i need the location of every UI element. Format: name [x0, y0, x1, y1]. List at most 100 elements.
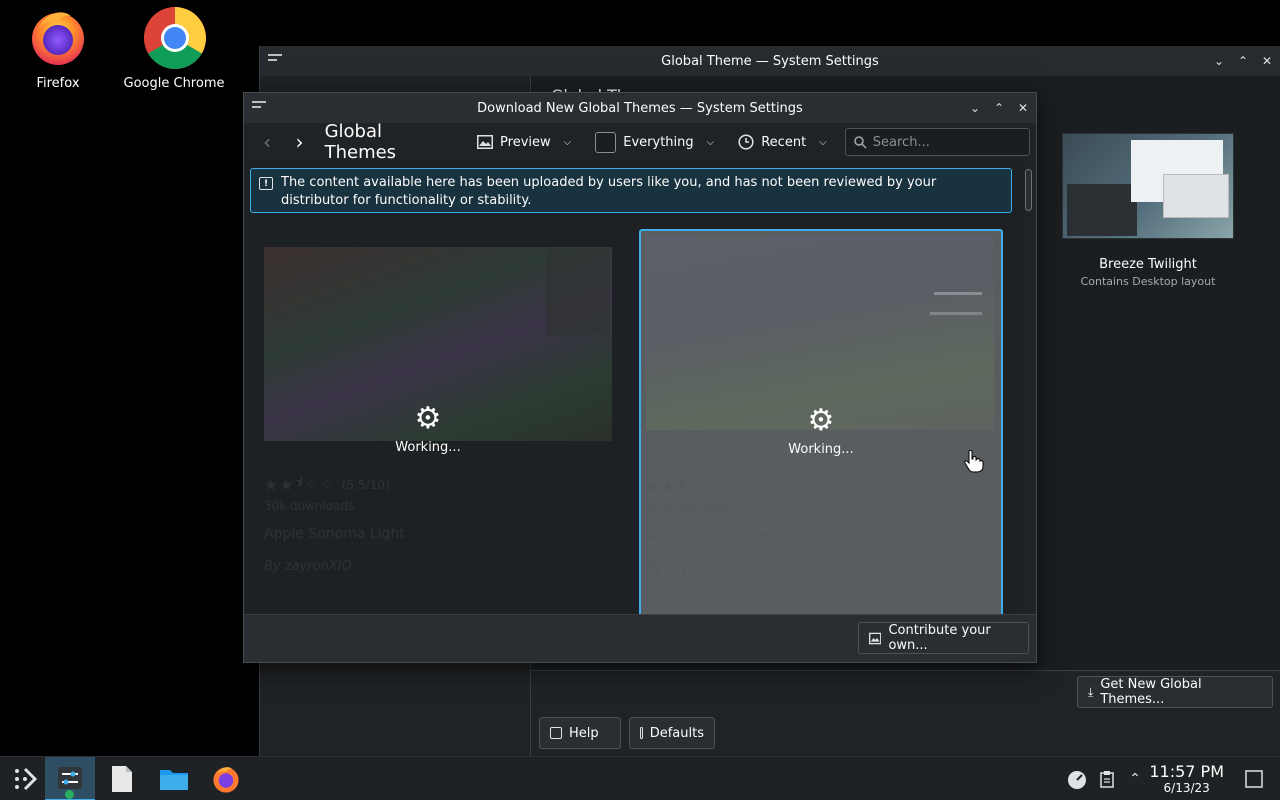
vertical-scrollbar[interactable]: [1022, 161, 1036, 615]
defaults-button[interactable]: Defaults: [629, 717, 715, 749]
sort-label: Recent: [761, 134, 807, 150]
performance-icon[interactable]: [1063, 757, 1091, 800]
star-half-icon: ⯨: [294, 473, 303, 491]
rating-stars: ★ ★ ⯨ ☆ ☆ (5.5/10): [646, 474, 772, 499]
clock-time: 11:57 PM: [1149, 762, 1224, 781]
download-count: 8k downloads: [646, 501, 729, 515]
window-title: Global Theme — System Settings: [661, 53, 879, 69]
maximize-icon[interactable]: ⌃: [1236, 54, 1250, 68]
star-icon: ★: [646, 477, 660, 496]
preview-label: Preview: [500, 134, 551, 150]
application-launcher-icon[interactable]: [0, 757, 50, 800]
contribute-button[interactable]: Contribute your own...: [858, 622, 1029, 654]
get-new-themes-label: Get New Global Themes...: [1100, 677, 1202, 707]
clipboard-icon[interactable]: [1095, 757, 1119, 800]
filter-dropdown[interactable]: Everything ⌵: [589, 128, 720, 156]
loading-indicator: ⚙ Working...: [246, 401, 610, 456]
loading-indicator: ⚙ Working...: [641, 403, 1001, 458]
minimize-icon[interactable]: ⌄: [1212, 54, 1226, 68]
settings-app-icon: [58, 767, 82, 789]
help-icon: [550, 727, 562, 739]
new-instance-badge: [65, 790, 74, 799]
download-themes-dialog: Download New Global Themes — System Sett…: [243, 92, 1037, 663]
desktop-icon-label: Google Chrome: [123, 76, 225, 91]
upload-image-icon: [869, 632, 882, 644]
theme-preview: [1062, 133, 1234, 239]
show-desktop-icon[interactable]: [1242, 757, 1266, 800]
gear-icon: ⚙: [807, 403, 835, 438]
loading-text: Working...: [395, 440, 461, 455]
image-icon: [477, 135, 494, 149]
minimize-icon[interactable]: ⌄: [968, 101, 982, 115]
dialog-toolbar: ‹ › Global Themes Preview ⌵ Everything ⌵…: [244, 121, 1036, 163]
taskbar-text-editor[interactable]: [97, 757, 147, 800]
taskbar-firefox[interactable]: [201, 757, 251, 800]
clock-icon: [738, 134, 754, 150]
theme-name: Apple Sonoma Light: [264, 526, 405, 542]
download-icon: ⤓: [1088, 684, 1094, 699]
folder-icon: [160, 770, 188, 790]
search-placeholder: Search...: [872, 134, 930, 150]
star-empty-icon: ☆: [304, 475, 319, 494]
get-new-themes-button[interactable]: ⤓ Get New Global Themes...: [1077, 676, 1273, 708]
system-tray-expand-icon[interactable]: ⌃: [1124, 757, 1146, 800]
scrollbar-thumb[interactable]: [1025, 169, 1032, 211]
help-label: Help: [569, 725, 599, 741]
theme-card-apple-sonoma-light[interactable]: ⚙ Working... ★ ★ ⯨ ☆ ☆ (5.5/10) 30k download…: [246, 229, 612, 615]
info-icon: !: [259, 177, 273, 190]
defaults-label: Defaults: [649, 725, 704, 741]
theme-card-breeze-twilight[interactable]: Breeze Twilight Contains Desktop layout: [1062, 133, 1234, 288]
window-menu-icon[interactable]: [252, 101, 266, 113]
close-icon[interactable]: ✕: [1260, 54, 1274, 68]
rating-value: (5.5/10): [723, 479, 772, 494]
theme-subtitle: Contains Desktop layout: [1080, 275, 1216, 288]
chevron-down-icon: ⌵: [819, 136, 827, 148]
preview-dropdown[interactable]: Preview ⌵: [471, 128, 577, 156]
star-icon: ★: [279, 475, 293, 494]
search-input[interactable]: Search...: [844, 128, 1030, 156]
firefox-icon: [213, 767, 239, 793]
theme-name: Apple Sonoma Dark: [646, 528, 786, 544]
desktop-icon-firefox[interactable]: Firefox: [3, 6, 113, 91]
theme-preview: [646, 236, 994, 430]
star-empty-icon: ☆: [320, 475, 334, 494]
banner-text: The content available here has been uplo…: [281, 175, 937, 208]
hand-cursor-icon: [963, 449, 985, 477]
filter-label: Everything: [623, 134, 694, 150]
filter-checkbox[interactable]: [595, 131, 617, 153]
dialog-title: Download New Global Themes — System Sett…: [477, 100, 803, 116]
search-icon: [854, 135, 867, 149]
window-menu-icon[interactable]: [268, 54, 282, 66]
desktop-icon-label: Firefox: [36, 76, 80, 91]
dialog-heading: Global Themes: [324, 121, 397, 163]
desktop-icon-chrome[interactable]: Google Chrome: [119, 6, 229, 91]
document-icon: [112, 766, 132, 792]
theme-card-apple-sonoma-dark[interactable]: ⚙ Working... ★ ★ ⯨ ☆ ☆ (5.5/10) 8k downloads…: [639, 229, 1003, 615]
rating-stars: ★ ★ ⯨ ☆ ☆ (5.5/10): [264, 472, 390, 497]
rating-value: (5.5/10): [341, 477, 390, 492]
theme-name: Breeze Twilight: [1099, 257, 1197, 272]
sort-dropdown[interactable]: Recent ⌵: [732, 128, 833, 156]
taskbar: ⌃ 11:57 PM 6/13/23: [0, 756, 1280, 800]
star-icon: ★: [264, 475, 278, 494]
firefox-icon: [27, 6, 89, 68]
star-icon: ★: [661, 477, 675, 496]
help-button[interactable]: Help: [539, 717, 621, 749]
chrome-icon: [143, 6, 206, 69]
download-count: 30k downloads: [264, 499, 355, 513]
close-icon[interactable]: ✕: [1016, 101, 1030, 115]
taskbar-system-settings[interactable]: [45, 757, 95, 800]
gear-icon: ⚙: [414, 401, 442, 436]
loading-text: Working...: [788, 442, 854, 457]
clock-date: 6/13/23: [1163, 781, 1210, 795]
maximize-icon[interactable]: ⌃: [992, 101, 1006, 115]
contribute-label: Contribute your own...: [888, 623, 991, 653]
dialog-titlebar[interactable]: Download New Global Themes — System Sett…: [244, 93, 1036, 123]
window-titlebar[interactable]: Global Theme — System Settings ⌄ ⌃ ✕: [260, 46, 1280, 76]
back-icon[interactable]: ‹: [254, 128, 280, 156]
chevron-down-icon: ⌵: [563, 136, 572, 148]
taskbar-file-manager[interactable]: [149, 757, 199, 800]
star-half-icon: ⯨: [676, 475, 685, 493]
digital-clock[interactable]: 11:57 PM 6/13/23: [1149, 762, 1224, 796]
forward-icon[interactable]: ›: [286, 128, 312, 156]
